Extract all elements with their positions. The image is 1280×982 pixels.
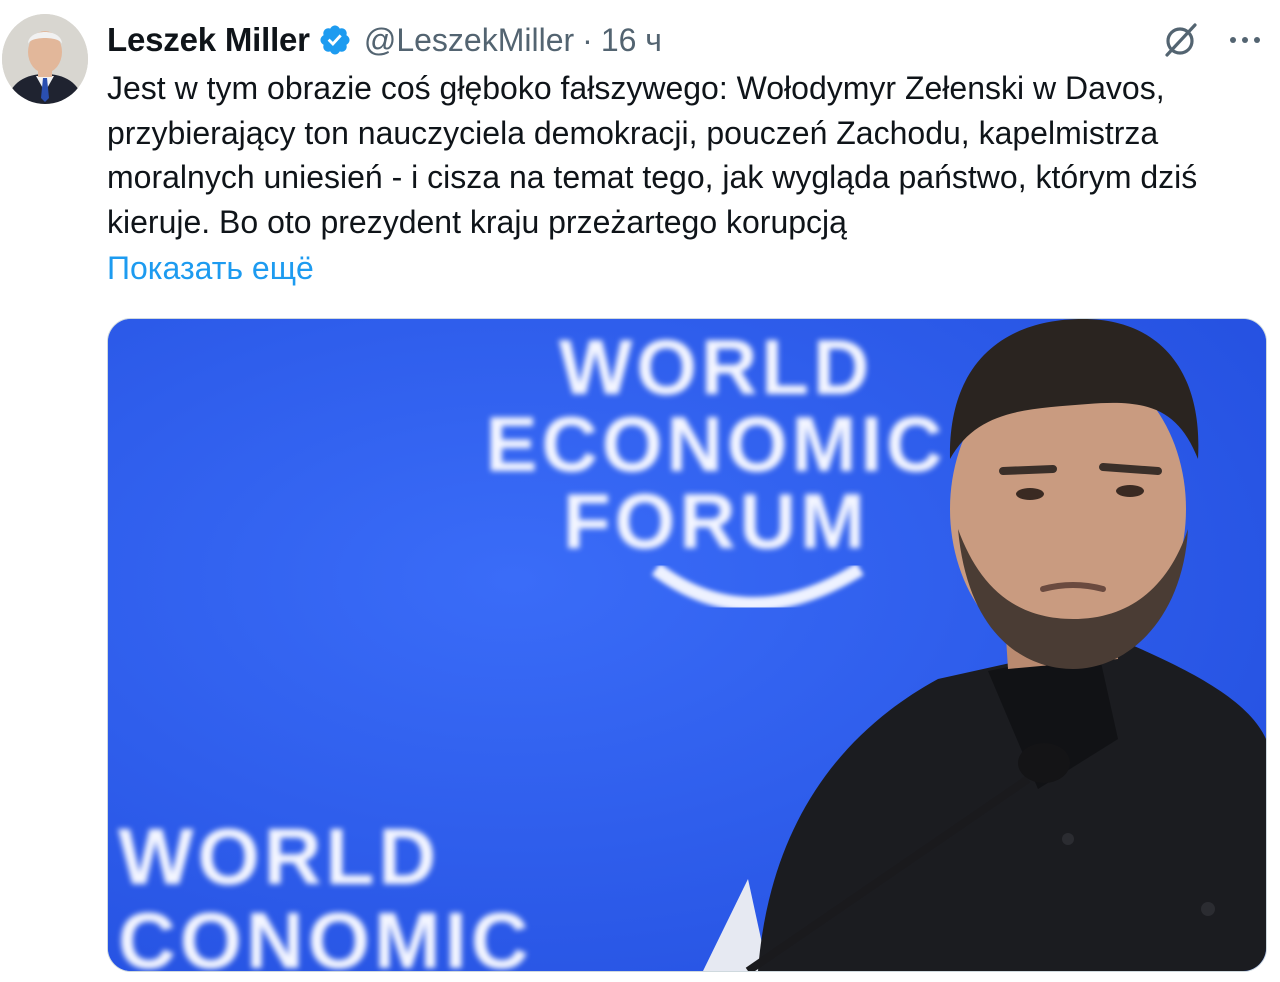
author-name[interactable]: Leszek Miller [107,21,310,59]
tweet-top-actions [1160,18,1260,62]
wef-logo-line: ECONOMIC [485,400,947,488]
more-dot [1254,37,1260,43]
tweet-header: Leszek Miller @LeszekMiller · 16 ч [107,18,662,62]
timestamp[interactable]: 16 ч [601,22,662,59]
wef-logo-line: CONOMIC [118,896,533,972]
verified-badge-icon[interactable] [318,23,352,57]
more-dot [1242,37,1248,43]
wef-logo-line: WORLD [558,323,874,411]
avatar[interactable] [2,14,88,104]
show-more-link[interactable]: Показать ещё [107,246,314,290]
wef-logo-line: WORLD [118,812,441,901]
author-handle[interactable]: @LeszekMiller [364,22,574,59]
grok-icon[interactable] [1160,20,1200,60]
avatar-image [2,14,88,104]
more-dot [1230,37,1236,43]
tweet-media-image[interactable]: WORLD ECONOMIC FORUM WORLD CONOMIC [107,318,1267,972]
tweet-text: Jest w tym obrazie coś głęboko fałszyweg… [107,70,1198,240]
more-icon[interactable] [1230,37,1260,43]
wef-logo-line: FORUM [563,477,869,565]
wef-logo-bottom: WORLD CONOMIC [118,815,558,972]
wef-logo-top: WORLD ECONOMIC FORUM [476,323,956,565]
separator-dot: · [582,21,593,58]
